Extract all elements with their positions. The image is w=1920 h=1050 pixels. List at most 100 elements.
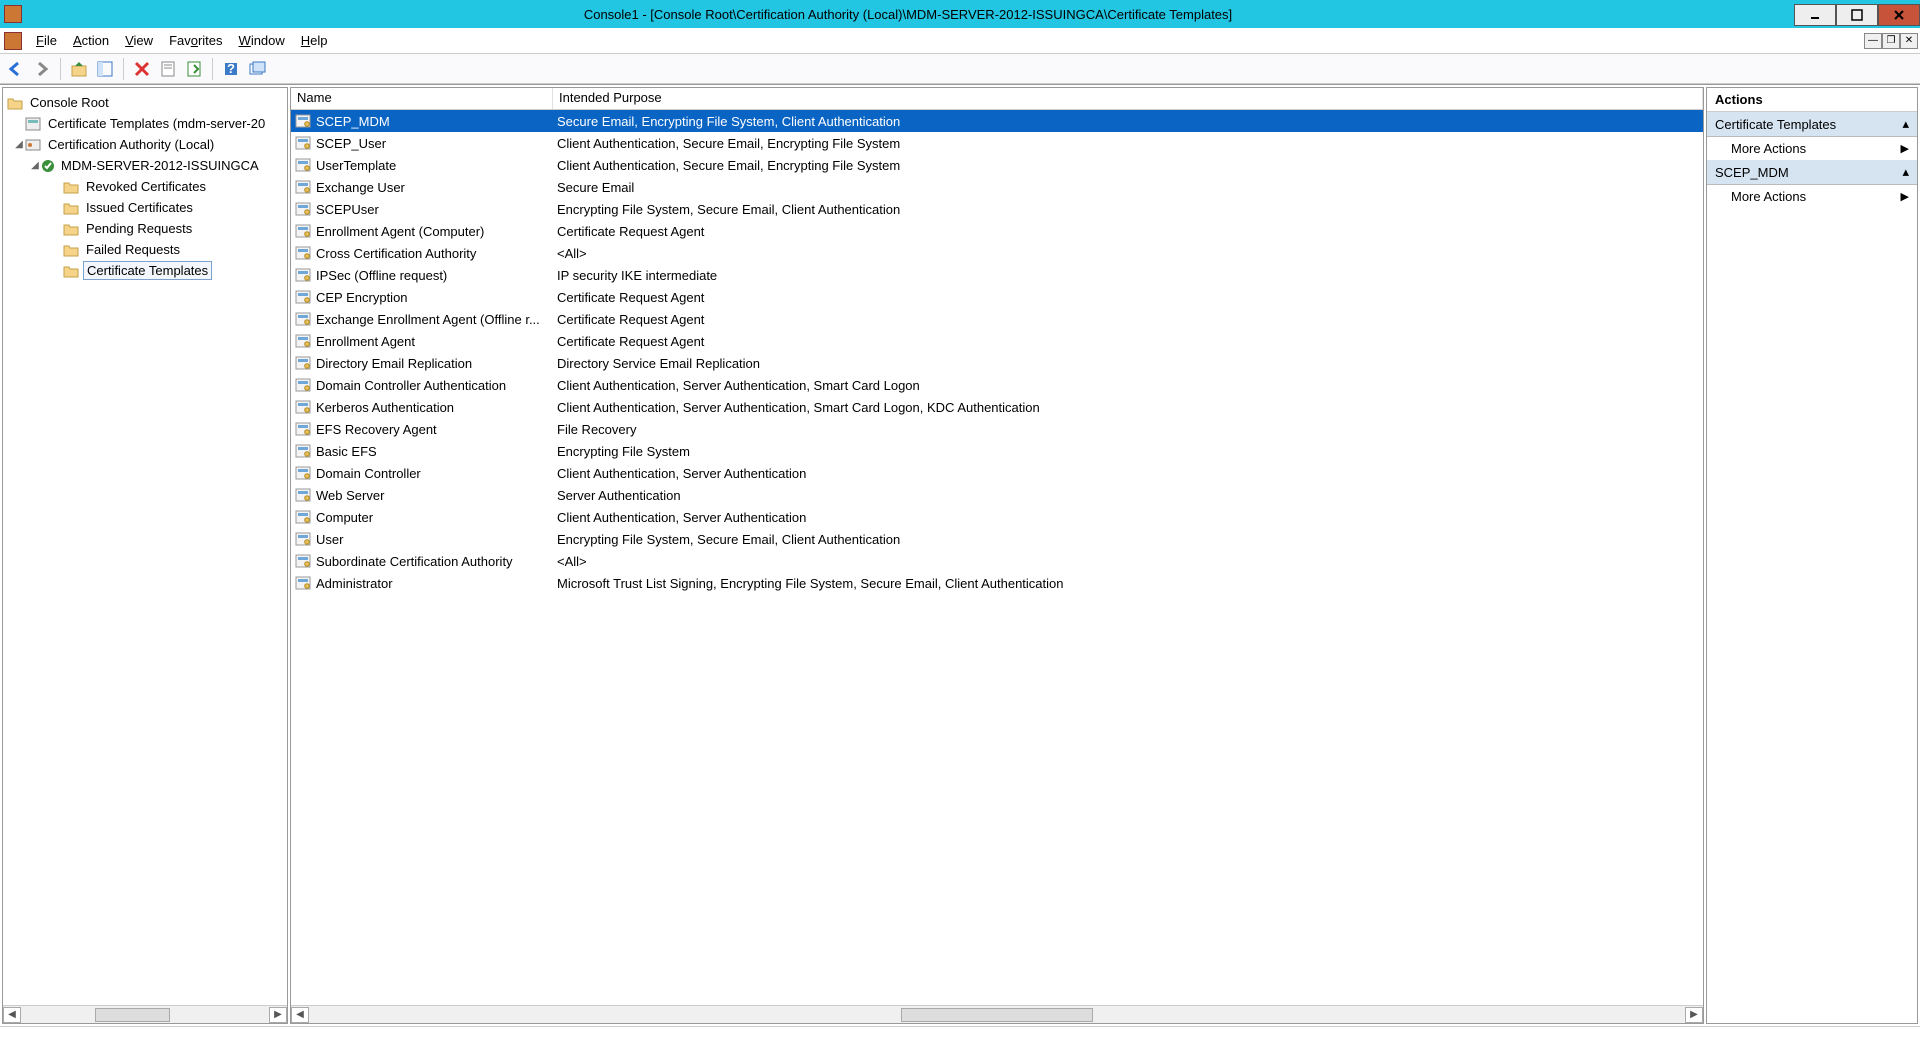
list-row[interactable]: Enrollment Agent (Computer)Certificate R… [291,220,1703,242]
tree-ca-local[interactable]: ◢ Certification Authority (Local) [7,134,287,155]
list-row[interactable]: ComputerClient Authentication, Server Au… [291,506,1703,528]
collapse-icon[interactable]: ◢ [13,139,25,150]
certificate-template-icon [295,289,311,305]
cell-name: CEP Encryption [291,288,553,306]
list-row[interactable]: SCEPUserEncrypting File System, Secure E… [291,198,1703,220]
cell-purpose: Encrypting File System [553,443,1703,460]
list-row[interactable]: CEP EncryptionCertificate Request Agent [291,286,1703,308]
list-row[interactable]: SCEP_MDMSecure Email, Encrypting File Sy… [291,110,1703,132]
new-window-button[interactable] [245,57,269,81]
scroll-right-icon[interactable]: ▶ [1685,1007,1703,1023]
list-header: Name Intended Purpose [291,88,1703,110]
mdi-restore-button[interactable]: ❐ [1882,33,1900,49]
list-row[interactable]: Kerberos AuthenticationClient Authentica… [291,396,1703,418]
certificate-template-icon [295,311,311,327]
mdi-close-button[interactable]: ✕ [1900,33,1918,49]
list-row[interactable]: Exchange UserSecure Email [291,176,1703,198]
cell-purpose: Client Authentication, Server Authentica… [553,399,1703,416]
list-row[interactable]: UserEncrypting File System, Secure Email… [291,528,1703,550]
collapse-icon[interactable]: ◢ [29,160,41,171]
certificate-template-icon [295,509,311,525]
list-scrollbar[interactable]: ◀ ▶ [291,1005,1703,1023]
back-button[interactable] [4,57,28,81]
certificate-template-icon [295,465,311,481]
list-row[interactable]: Cross Certification Authority<All> [291,242,1703,264]
list-row[interactable]: Domain ControllerClient Authentication, … [291,462,1703,484]
list-row[interactable]: Basic EFSEncrypting File System [291,440,1703,462]
tree-failed[interactable]: Failed Requests [7,239,287,260]
menu-favorites[interactable]: Favorites [161,31,230,50]
titlebar: Console1 - [Console Root\Certification A… [0,0,1920,28]
cell-name: SCEPUser [291,200,553,218]
minimize-button[interactable] [1794,4,1836,26]
actions-section-selected[interactable]: SCEP_MDM ▴ [1707,160,1917,185]
list-row[interactable]: Web ServerServer Authentication [291,484,1703,506]
column-name[interactable]: Name [291,88,553,109]
maximize-button[interactable] [1836,4,1878,26]
cell-name: EFS Recovery Agent [291,420,553,438]
cell-name: SCEP_User [291,134,553,152]
mdi-minimize-button[interactable]: — [1864,33,1882,49]
column-purpose[interactable]: Intended Purpose [553,88,1703,109]
tree-revoked[interactable]: Revoked Certificates [7,176,287,197]
certificate-template-icon [295,267,311,283]
list-row[interactable]: SCEP_UserClient Authentication, Secure E… [291,132,1703,154]
cell-purpose: Certificate Request Agent [553,289,1703,306]
list-row[interactable]: UserTemplateClient Authentication, Secur… [291,154,1703,176]
cell-name: IPSec (Offline request) [291,266,553,284]
list-row[interactable]: Subordinate Certification Authority<All> [291,550,1703,572]
cell-name: Exchange Enrollment Agent (Offline r... [291,310,553,328]
certificate-template-icon [295,223,311,239]
scroll-right-icon[interactable]: ▶ [269,1007,287,1023]
cell-name: Basic EFS [291,442,553,460]
list-row[interactable]: Domain Controller AuthenticationClient A… [291,374,1703,396]
menu-help[interactable]: Help [293,31,336,50]
menu-window[interactable]: Window [231,31,293,50]
list-row[interactable]: Directory Email ReplicationDirectory Ser… [291,352,1703,374]
tree-scrollbar[interactable]: ◀ ▶ [3,1005,287,1023]
certificate-template-icon [295,113,311,129]
certificate-template-icon [295,135,311,151]
cell-name: Kerberos Authentication [291,398,553,416]
menu-file[interactable]: File [28,31,65,50]
list-row[interactable]: EFS Recovery AgentFile Recovery [291,418,1703,440]
show-hide-button[interactable] [93,57,117,81]
menu-view[interactable]: View [117,31,161,50]
actions-more-1[interactable]: More Actions ▶ [1707,137,1917,160]
actions-section-templates[interactable]: Certificate Templates ▴ [1707,112,1917,137]
tree-issued[interactable]: Issued Certificates [7,197,287,218]
cell-name: Administrator [291,574,553,592]
arrow-icon: ▶ [1901,190,1909,203]
actions-more-2[interactable]: More Actions ▶ [1707,185,1917,208]
cell-name: Domain Controller Authentication [291,376,553,394]
forward-button[interactable] [30,57,54,81]
delete-button[interactable] [130,57,154,81]
cell-purpose: Encrypting File System, Secure Email, Cl… [553,531,1703,548]
check-icon [41,159,55,173]
up-button[interactable] [67,57,91,81]
close-button[interactable] [1878,4,1920,26]
tree-root[interactable]: Console Root [7,92,287,113]
tree-cert-templates-leaf[interactable]: Certificate Templates [7,260,287,281]
cell-purpose: Server Authentication [553,487,1703,504]
help-button[interactable]: ? [219,57,243,81]
cell-name: Directory Email Replication [291,354,553,372]
list-row[interactable]: IPSec (Offline request)IP security IKE i… [291,264,1703,286]
cell-purpose: Client Authentication, Server Authentica… [553,377,1703,394]
list-row[interactable]: Exchange Enrollment Agent (Offline r...C… [291,308,1703,330]
certificate-template-icon [295,377,311,393]
certificate-template-icon [295,333,311,349]
tree-issuing-ca[interactable]: ◢ MDM-SERVER-2012-ISSUINGCA [7,155,287,176]
arrow-icon: ▶ [1901,142,1909,155]
menu-action[interactable]: Action [65,31,117,50]
scroll-left-icon[interactable]: ◀ [291,1007,309,1023]
scroll-left-icon[interactable]: ◀ [3,1007,21,1023]
template-icon [25,117,41,131]
cell-name: Subordinate Certification Authority [291,552,553,570]
export-button[interactable] [182,57,206,81]
properties-button[interactable] [156,57,180,81]
tree-pending[interactable]: Pending Requests [7,218,287,239]
list-row[interactable]: AdministratorMicrosoft Trust List Signin… [291,572,1703,594]
list-row[interactable]: Enrollment AgentCertificate Request Agen… [291,330,1703,352]
tree-cert-templates[interactable]: Certificate Templates (mdm-server-20 [7,113,287,134]
